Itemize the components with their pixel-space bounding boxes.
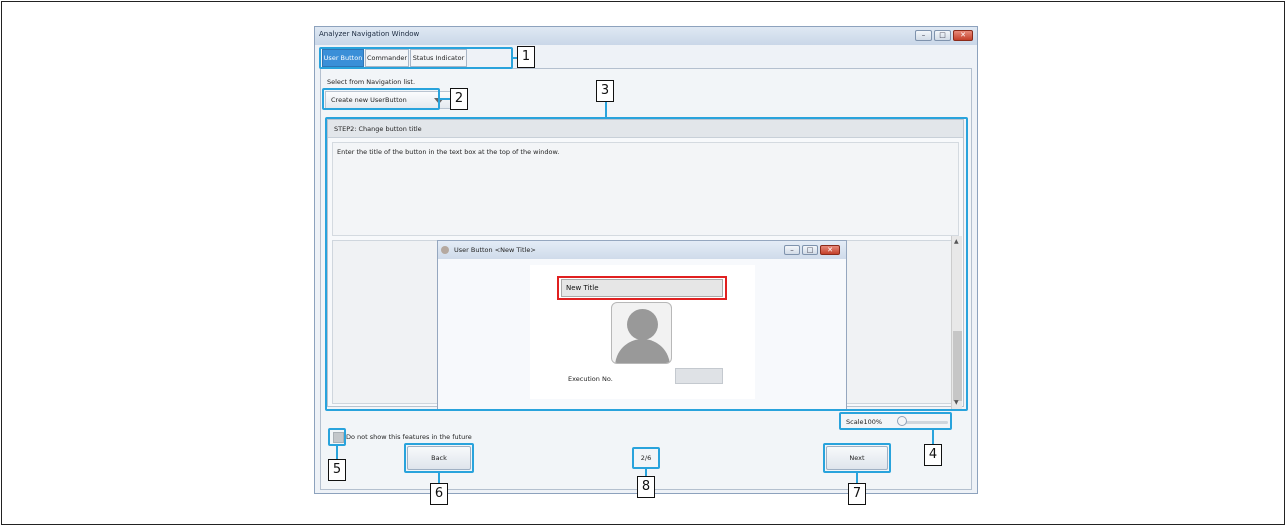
scale-highlight bbox=[839, 412, 952, 430]
next-button-highlight bbox=[823, 443, 891, 473]
callout-1: 1 bbox=[517, 46, 535, 68]
callout-2-line bbox=[440, 98, 450, 100]
callout-3-line bbox=[605, 102, 607, 117]
dropdown-highlight bbox=[322, 88, 440, 110]
callout-6-line bbox=[438, 473, 440, 483]
callout-5: 5 bbox=[328, 459, 346, 481]
callout-7: 7 bbox=[848, 483, 866, 505]
window-title: Analyzer Navigation Window bbox=[319, 30, 420, 38]
close-icon[interactable]: ✕ bbox=[953, 30, 973, 41]
tabs-highlight bbox=[319, 47, 513, 69]
back-button-highlight bbox=[404, 443, 474, 473]
callout-3: 3 bbox=[596, 80, 614, 102]
callout-6: 6 bbox=[430, 483, 448, 505]
callout-7-line bbox=[856, 473, 858, 483]
callout-4-line bbox=[932, 430, 934, 444]
do-not-show-label: Do not show this features in the future bbox=[346, 433, 472, 441]
callout-5-line bbox=[336, 446, 338, 459]
window-titlebar: Analyzer Navigation Window – □ ✕ bbox=[315, 27, 977, 45]
select-label: Select from Navigation list. bbox=[327, 78, 416, 86]
callout-2: 2 bbox=[450, 88, 468, 110]
step-panel-highlight bbox=[325, 117, 968, 411]
callout-8-line bbox=[645, 469, 647, 476]
callout-4: 4 bbox=[924, 444, 942, 466]
checkbox-highlight bbox=[328, 428, 346, 446]
minimize-icon[interactable]: – bbox=[915, 30, 932, 41]
page-indicator-highlight bbox=[632, 447, 660, 469]
maximize-icon[interactable]: □ bbox=[934, 30, 951, 41]
callout-8: 8 bbox=[637, 476, 655, 498]
